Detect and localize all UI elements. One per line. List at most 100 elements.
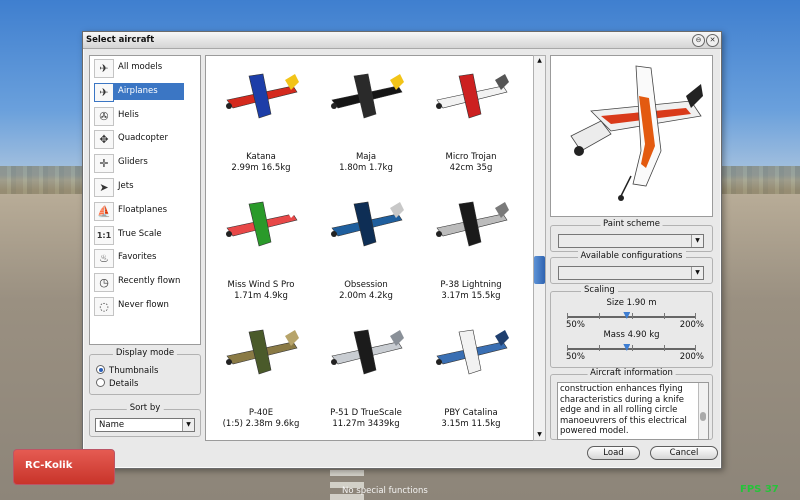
- cancel-button[interactable]: Cancel: [650, 446, 718, 460]
- size-min-label: 50%: [566, 320, 585, 330]
- category-label: Never flown: [118, 299, 169, 310]
- aircraft-specs: 2.99m 16.5kg: [231, 163, 291, 173]
- category-item-gliders[interactable]: ✛ Gliders: [90, 151, 200, 175]
- aircraft-specs: (1:5) 2.38m 9.6kg: [222, 419, 300, 429]
- category-label: Favorites: [118, 252, 157, 263]
- scroll-down-icon[interactable]: ▼: [534, 430, 545, 440]
- category-label: Floatplanes: [118, 204, 168, 215]
- select-aircraft-dialog: Select aircraft ⊖ ✕ ✈ All models ✈ Airplane…: [82, 31, 722, 469]
- configurations-select[interactable]: ▼: [558, 266, 704, 280]
- helicopter-icon: ✇: [94, 106, 114, 126]
- aircraft-thumbnail[interactable]: P-40E (1:5) 2.38m 9.6kg: [211, 320, 311, 440]
- category-item-all-models[interactable]: ✈ All models: [90, 56, 200, 80]
- size-max-label: 200%: [679, 320, 704, 330]
- minimize-button[interactable]: ⊖: [692, 34, 705, 47]
- aircraft-image: [226, 73, 299, 119]
- aircraft-info-text[interactable]: construction enhances flying characteris…: [557, 382, 709, 440]
- airplane-shape: [226, 359, 232, 365]
- all-models-icon: ✈: [94, 59, 114, 78]
- scroll-up-icon[interactable]: ▲: [534, 56, 545, 66]
- aircraft-specs: 3.17m 15.5kg: [441, 291, 501, 301]
- scaling-group: Scaling Size 1.90 m 50% 200% Mass 4.90 k…: [550, 285, 713, 368]
- thumbnails-label: Thumbnails: [109, 366, 159, 376]
- category-item-jets[interactable]: ➤ Jets: [90, 175, 200, 199]
- sort-by-select[interactable]: Name ▼: [95, 418, 195, 432]
- aircraft-info-content: construction enhances flying characteris…: [560, 384, 687, 437]
- category-label: Quadcopter: [118, 133, 169, 144]
- scaling-title: Scaling: [581, 285, 618, 295]
- details-radio[interactable]: Details: [96, 378, 138, 389]
- slider-tick: [695, 345, 696, 351]
- sort-by-value: Name: [99, 420, 125, 430]
- clock-icon: ◷: [94, 273, 114, 293]
- paint-scheme-group: Paint scheme ▼: [550, 219, 713, 252]
- category-item-quadcopter[interactable]: ✥ Quadcopter: [90, 127, 200, 151]
- category-item-never-flown[interactable]: ◌ Never flown: [90, 294, 200, 318]
- category-item-airplanes[interactable]: ✈ Airplanes: [90, 80, 200, 104]
- airplane-shape: [331, 359, 337, 365]
- aircraft-name: Katana: [246, 152, 276, 162]
- aircraft-name: Maja: [355, 152, 377, 162]
- aircraft-specs: 1.80m 1.7kg: [339, 163, 393, 173]
- flame-icon: ♨: [94, 249, 114, 269]
- slider-tick: [567, 345, 568, 351]
- aircraft-thumbnail[interactable]: Micro Trojan 42cm 35g: [421, 64, 521, 184]
- dialog-titlebar: Select aircraft ⊖ ✕: [83, 32, 721, 49]
- sort-by-group: Sort by Name ▼: [89, 403, 201, 437]
- mass-slider-knob[interactable]: [623, 344, 631, 351]
- aircraft-thumbnail[interactable]: Katana 2.99m 16.5kg: [211, 64, 311, 184]
- aircraft-info-title: Aircraft information: [587, 368, 676, 378]
- slider-tick: [599, 345, 601, 351]
- airplane-icon: ✈: [94, 82, 114, 102]
- slider-tick: [695, 313, 696, 319]
- aircraft-image: [331, 201, 404, 247]
- aircraft-specs: 2.00m 4.2kg: [339, 291, 393, 301]
- slider-tick: [631, 313, 633, 319]
- thumbnails-radio[interactable]: Thumbnails: [96, 365, 158, 376]
- aircraft-thumbnail[interactable]: PBY Catalina 3.15m 11.5kg: [421, 320, 521, 440]
- category-item-helis[interactable]: ✇ Helis: [90, 104, 200, 128]
- chevron-down-icon: ▼: [182, 419, 194, 431]
- aircraft-thumbnail[interactable]: P-51 D TrueScale 11.27m 3439kg: [316, 320, 416, 440]
- airplane-shape: [226, 103, 232, 109]
- category-item-favorites[interactable]: ♨ Favorites: [90, 246, 200, 270]
- category-label: Jets: [118, 180, 134, 191]
- category-label: Recently flown: [118, 276, 181, 287]
- size-slider[interactable]: [567, 312, 696, 319]
- info-scrollbar[interactable]: [698, 383, 708, 439]
- jet-icon: ➤: [94, 177, 114, 197]
- sort-by-title: Sort by: [126, 403, 164, 413]
- aircraft-grid: Katana 2.99m 16.5kg Maja 1.80m 1.7kg Micro T…: [205, 55, 534, 441]
- display-mode-title: Display mode: [112, 348, 178, 358]
- size-slider-knob[interactable]: [623, 312, 631, 319]
- floatplane-icon: ⛵: [94, 201, 114, 221]
- paint-scheme-select[interactable]: ▼: [558, 234, 704, 248]
- aircraft-name: Obsession: [344, 280, 388, 290]
- aircraft-name: Micro Trojan: [445, 152, 497, 162]
- dashed-clock-icon: ◌: [94, 296, 114, 316]
- mass-slider[interactable]: [567, 344, 696, 351]
- slider-tick: [631, 345, 633, 351]
- load-button[interactable]: Load: [587, 446, 640, 460]
- aircraft-thumbnail[interactable]: Maja 1.80m 1.7kg: [316, 64, 416, 184]
- aircraft-thumbnail[interactable]: Obsession 2.00m 4.2kg: [316, 192, 416, 312]
- category-item-true-scale[interactable]: 1:1 True Scale: [90, 223, 200, 247]
- aircraft-thumbnail[interactable]: P-38 Lightning 3.17m 15.5kg: [421, 192, 521, 312]
- aircraft-image: [226, 201, 299, 247]
- aircraft-image: [436, 201, 509, 247]
- category-item-recently-flown[interactable]: ◷ Recently flown: [90, 270, 200, 294]
- info-scrollbar-thumb[interactable]: [700, 412, 706, 421]
- category-item-floatplanes[interactable]: ⛵ Floatplanes: [90, 199, 200, 223]
- airplane-shape: [436, 231, 442, 237]
- category-list: ✈ All models ✈ Airplanes ✇ Helis ✥ Quadcopter ✛ G…: [89, 55, 201, 345]
- status-text: No special functions: [342, 486, 428, 496]
- aircraft-thumbnail[interactable]: Miss Wind S Pro 1.71m 4.9kg: [211, 192, 311, 312]
- slider-tick: [663, 345, 665, 351]
- aircraft-grid-scrollbar[interactable]: ▲ ▼: [533, 55, 546, 441]
- display-mode-group: Display mode Thumbnails Details: [89, 348, 201, 395]
- scrollbar-thumb[interactable]: [534, 256, 545, 284]
- close-button[interactable]: ✕: [706, 34, 719, 47]
- aircraft-name: Miss Wind S Pro: [227, 280, 295, 290]
- configurations-group: Available configurations ▼: [550, 251, 713, 284]
- aircraft-image: [331, 329, 404, 375]
